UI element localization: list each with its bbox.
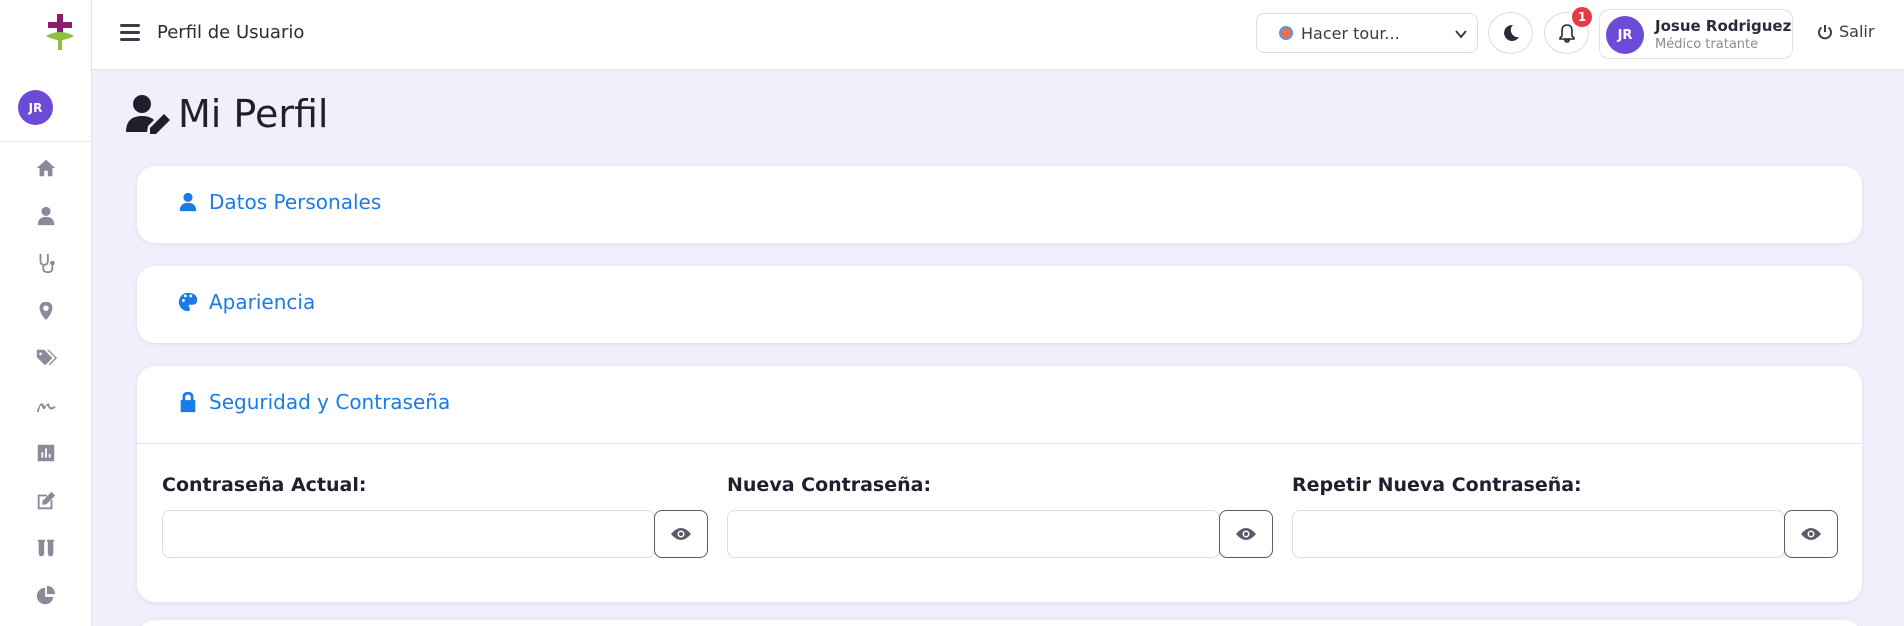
personal-data-header[interactable]: Datos Personales (177, 190, 381, 214)
personal-data-card: Datos Personales (137, 166, 1862, 243)
app-logo[interactable] (44, 14, 76, 50)
chevron-down-icon (1455, 30, 1467, 39)
sidebar-avatar[interactable]: JR (18, 90, 53, 125)
tour-select-value: Hacer tour... (1301, 23, 1400, 43)
moon-icon (1503, 24, 1519, 41)
security-divider (137, 443, 1862, 444)
repeat-password-input[interactable] (1292, 510, 1785, 558)
user-name: Josue Rodriguez (1655, 17, 1792, 35)
header-title: Perfil de Usuario (157, 22, 305, 43)
stethoscope-icon[interactable] (34, 251, 58, 275)
security-card: Seguridad y Contraseña (137, 366, 1862, 602)
next-card-edge (137, 620, 1862, 626)
repeat-password-label: Repetir Nueva Contraseña: (1292, 474, 1582, 496)
power-icon (1818, 24, 1832, 39)
toggle-new-password-button[interactable] (1219, 510, 1273, 558)
personal-data-title: Datos Personales (209, 190, 382, 214)
user-menu[interactable]: JR Josue Rodriguez Médico tratante (1599, 9, 1793, 59)
sidebar: JR (0, 0, 92, 626)
appearance-card: Apariencia (137, 266, 1862, 343)
toggle-current-password-button[interactable] (654, 510, 708, 558)
pie-chart-icon[interactable] (34, 584, 58, 608)
eye-icon (1236, 528, 1256, 540)
lock-icon (180, 391, 196, 413)
appearance-title: Apariencia (209, 290, 316, 314)
user-role: Médico tratante (1655, 37, 1759, 52)
user-edit-icon (126, 95, 170, 134)
toggle-repeat-password-button[interactable] (1784, 510, 1838, 558)
signature-icon[interactable] (34, 394, 58, 418)
current-password-label: Contraseña Actual: (162, 474, 367, 496)
avatar: JR (1606, 16, 1644, 54)
page-title: Mi Perfil (126, 92, 328, 136)
test-tubes-icon[interactable] (34, 536, 58, 560)
top-header: Perfil de Usuario Hacer tour... 1 JR Jos… (92, 0, 1904, 70)
security-header[interactable]: Seguridad y Contraseña (177, 390, 450, 414)
page-title-text: Mi Perfil (178, 92, 329, 136)
tags-icon[interactable] (34, 346, 58, 370)
security-title: Seguridad y Contraseña (209, 390, 451, 414)
palette-icon (178, 292, 198, 312)
eye-icon (671, 528, 691, 540)
eye-icon (1801, 528, 1821, 540)
appearance-header[interactable]: Apariencia (177, 290, 315, 314)
dark-mode-toggle[interactable] (1488, 12, 1533, 54)
new-password-input[interactable] (727, 510, 1220, 558)
tour-select[interactable]: Hacer tour... (1256, 13, 1478, 53)
edit-icon[interactable] (34, 489, 58, 513)
new-password-label: Nueva Contraseña: (727, 474, 932, 496)
bell-icon (1558, 24, 1575, 43)
notification-badge: 1 (1572, 7, 1592, 27)
logout-label: Salir (1839, 22, 1875, 41)
compass-icon (1279, 26, 1293, 40)
sidebar-divider (0, 141, 92, 142)
logout-button[interactable]: Salir (1817, 22, 1874, 41)
home-icon[interactable] (34, 156, 58, 180)
chart-icon[interactable] (34, 441, 58, 465)
location-pin-icon[interactable] (34, 299, 58, 323)
hamburger-menu-icon[interactable] (120, 24, 140, 42)
notifications-button[interactable]: 1 (1544, 7, 1592, 54)
current-password-input[interactable] (162, 510, 655, 558)
user-icon[interactable] (34, 204, 58, 228)
user-icon (179, 192, 197, 212)
